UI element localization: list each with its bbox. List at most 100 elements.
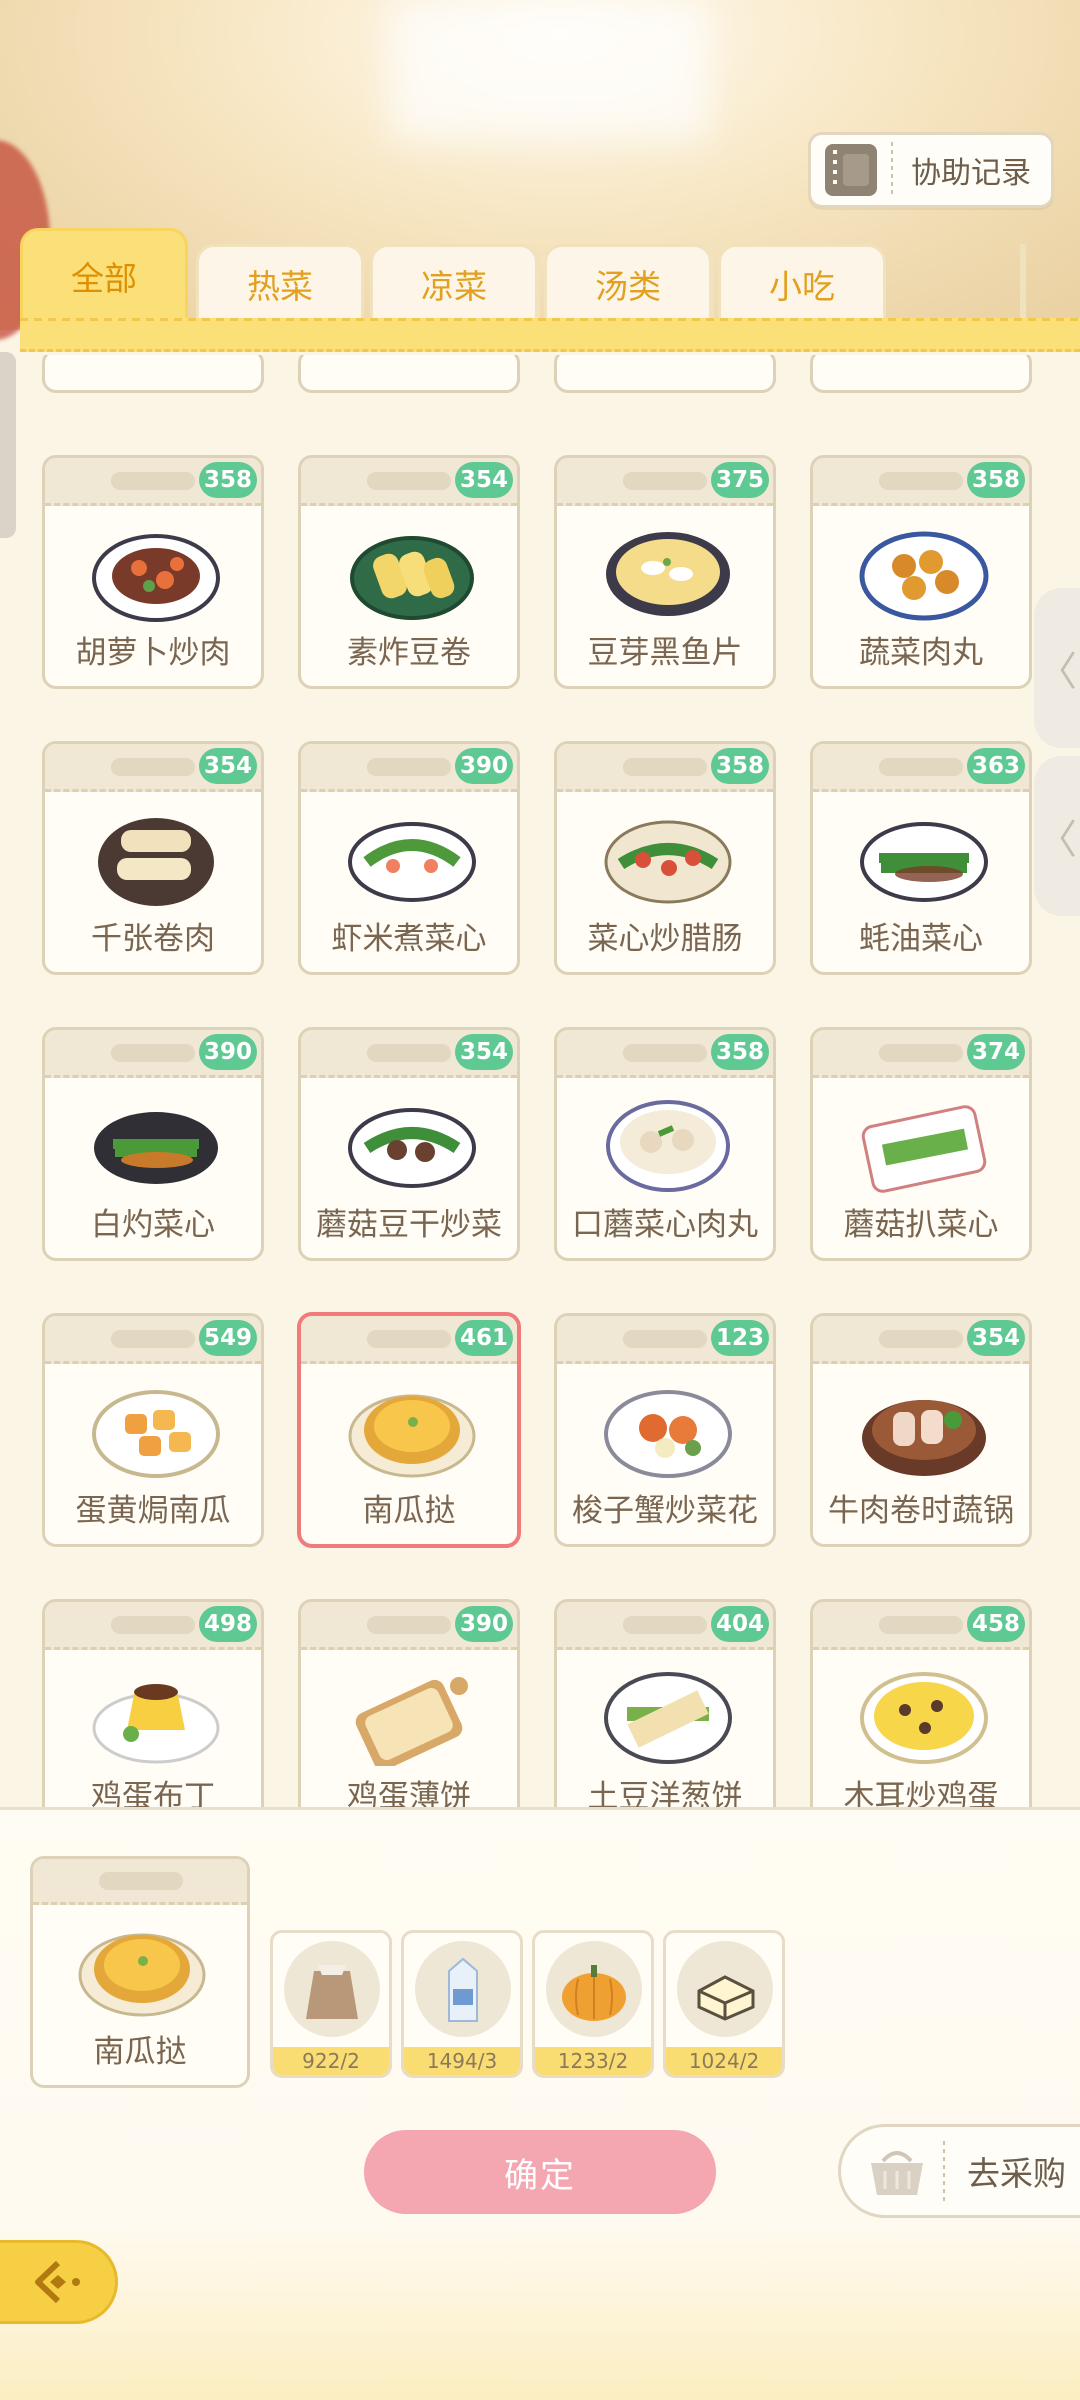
dish-card[interactable]: 354 千张卷肉 bbox=[42, 741, 264, 975]
back-button[interactable] bbox=[0, 2240, 118, 2324]
tab-snacks[interactable]: 小吃 bbox=[718, 244, 886, 320]
dish-name: 菜心炒腊肠 bbox=[587, 921, 743, 957]
count-badge: 354 bbox=[967, 1320, 1025, 1356]
milk-carton-icon bbox=[448, 1957, 478, 2022]
pumpkin-tart-dish-icon bbox=[348, 1394, 476, 1478]
egg-pudding-dish-icon bbox=[92, 1684, 220, 1764]
dish-card[interactable]: 390 鸡蛋薄饼 bbox=[298, 1599, 520, 1807]
count-badge: 390 bbox=[455, 1606, 513, 1642]
beef-roll-hotpot-dish-icon bbox=[862, 1400, 986, 1476]
ingredient-slot[interactable]: 1024/2 bbox=[663, 1930, 785, 2078]
dish-name: 千张卷肉 bbox=[91, 921, 215, 957]
side-expand-tab[interactable]: 〈 bbox=[1034, 756, 1080, 916]
egg-pancake-dish-icon bbox=[355, 1677, 468, 1766]
count-badge: 390 bbox=[199, 1034, 257, 1070]
blanched-greens-dish-icon bbox=[94, 1112, 218, 1184]
ingredient-count: 1494/3 bbox=[404, 2047, 520, 2075]
selected-dish-card: 南瓜挞 bbox=[30, 1856, 250, 2088]
dish-card[interactable]: 358 胡萝卜炒肉 bbox=[42, 455, 264, 689]
meatball-dish-icon bbox=[859, 531, 989, 621]
dish-card[interactable]: 374 蘑菇扒菜心 bbox=[810, 1027, 1032, 1261]
dish-name: 胡萝卜炒肉 bbox=[75, 635, 231, 671]
dish-card[interactable]: 358 口蘑菜心肉丸 bbox=[554, 1027, 776, 1261]
ingredient-count: 922/2 bbox=[273, 2047, 389, 2075]
tab-cold-dishes[interactable]: 凉菜 bbox=[370, 244, 538, 320]
count-badge: 461 bbox=[455, 1320, 513, 1356]
count-badge: 358 bbox=[711, 748, 769, 784]
count-badge: 354 bbox=[455, 462, 513, 498]
fungus-egg-dish-icon bbox=[860, 1672, 988, 1764]
assist-record-button[interactable]: 协助记录 bbox=[808, 132, 1054, 208]
count-badge: 358 bbox=[199, 462, 257, 498]
tab-all[interactable]: 全部 bbox=[20, 228, 188, 320]
shopping-basket-icon bbox=[871, 2151, 923, 2195]
dish-card[interactable]: 354 蘑菇豆干炒菜 bbox=[298, 1027, 520, 1261]
mushroom-braised-greens-dish-icon bbox=[861, 1105, 987, 1193]
go-purchase-button[interactable]: 去采购 bbox=[838, 2124, 1080, 2218]
dish-card[interactable]: 458 木耳炒鸡蛋 bbox=[810, 1599, 1032, 1807]
dish-card[interactable]: 363 蚝油菜心 bbox=[810, 741, 1032, 975]
count-badge: 390 bbox=[455, 748, 513, 784]
flour-sack-icon bbox=[306, 1965, 358, 2019]
dish-name: 南瓜挞 bbox=[362, 1493, 456, 1529]
pumpkin-tart-dish-icon bbox=[78, 1933, 206, 2017]
crab-cauliflower-dish-icon bbox=[604, 1390, 732, 1478]
dish-name: 蘑菇豆干炒菜 bbox=[316, 1207, 502, 1243]
tab-hot-dishes[interactable]: 热菜 bbox=[196, 244, 364, 320]
count-badge: 354 bbox=[199, 748, 257, 784]
dish-card[interactable]: 498 鸡蛋布丁 bbox=[42, 1599, 264, 1807]
dish-card[interactable]: 123 梭子蟹炒菜花 bbox=[554, 1313, 776, 1547]
count-badge: 123 bbox=[711, 1320, 769, 1356]
chevron-left-icon: 〈 bbox=[1037, 817, 1077, 863]
butter-icon bbox=[697, 1975, 755, 2021]
dish-card[interactable]: 354 素炸豆卷 bbox=[298, 455, 520, 689]
button-divider bbox=[943, 2141, 945, 2201]
tofu-skin-roll-dish-icon bbox=[98, 818, 214, 906]
dish-name: 牛肉卷时蔬锅 bbox=[828, 1493, 1014, 1529]
dish-name: 蔬菜肉丸 bbox=[859, 635, 983, 671]
count-badge: 358 bbox=[711, 1034, 769, 1070]
chevron-left-icon: 〈 bbox=[1037, 649, 1077, 695]
dish-card[interactable]: 358 菜心炒腊肠 bbox=[554, 741, 776, 975]
go-purchase-label: 去采购 bbox=[967, 2154, 1066, 2193]
dish-card-partial[interactable] bbox=[298, 355, 520, 393]
ingredient-slot[interactable]: 1494/3 bbox=[401, 1930, 523, 2078]
dish-card[interactable]: 358 蔬菜肉丸 bbox=[810, 455, 1032, 689]
ingredient-slot[interactable]: 922/2 bbox=[270, 1930, 392, 2078]
tab-underline-strip bbox=[20, 318, 1080, 352]
potato-onion-pancake-dish-icon bbox=[604, 1672, 732, 1764]
dish-card-partial[interactable] bbox=[810, 355, 1032, 393]
dish-card[interactable]: 390 白灼菜心 bbox=[42, 1027, 264, 1261]
tab-spacer bbox=[1020, 244, 1026, 320]
selected-dish-name: 南瓜挞 bbox=[93, 2034, 187, 2070]
dish-card[interactable]: 404 土豆洋葱饼 bbox=[554, 1599, 776, 1807]
card-header bbox=[33, 1859, 247, 1905]
dish-name: 梭子蟹炒菜花 bbox=[572, 1493, 758, 1529]
dish-card-partial[interactable] bbox=[554, 355, 776, 393]
meatball-soup-dish-icon bbox=[606, 1100, 730, 1192]
dish-grid: 358 胡萝卜炒肉 354 素炸豆卷 375 豆芽黑鱼片 358 蔬菜肉丸 35… bbox=[0, 355, 1080, 1807]
dish-name-partial bbox=[45, 355, 261, 374]
ingredient-slot[interactable]: 1233/2 bbox=[532, 1930, 654, 2078]
count-badge: 458 bbox=[967, 1606, 1025, 1642]
dish-card[interactable]: 549 蛋黄焗南瓜 bbox=[42, 1313, 264, 1547]
dish-card[interactable]: 390 虾米煮菜心 bbox=[298, 741, 520, 975]
shrimp-greens-dish-icon bbox=[348, 822, 476, 902]
dish-card[interactable]: 354 牛肉卷时蔬锅 bbox=[810, 1313, 1032, 1547]
carrot-pork-dish-icon bbox=[92, 534, 220, 622]
mushroom-tofu-dish-icon bbox=[348, 1108, 476, 1188]
tab-soups[interactable]: 汤类 bbox=[544, 244, 712, 320]
dish-name: 虾米煮菜心 bbox=[331, 921, 487, 957]
dish-name: 鸡蛋布丁 bbox=[91, 1779, 215, 1807]
dish-card-partial[interactable] bbox=[42, 355, 264, 393]
dish-card-selected[interactable]: 461 南瓜挞 bbox=[298, 1313, 520, 1547]
button-divider bbox=[891, 142, 893, 198]
side-expand-tab[interactable]: 〈 bbox=[1034, 588, 1080, 748]
confirm-button[interactable]: 确定 bbox=[364, 2130, 716, 2214]
count-badge: 498 bbox=[199, 1606, 257, 1642]
dish-name: 蛋黄焗南瓜 bbox=[75, 1493, 231, 1529]
count-badge: 354 bbox=[455, 1034, 513, 1070]
count-badge: 363 bbox=[967, 748, 1025, 784]
dish-name: 蚝油菜心 bbox=[859, 921, 983, 957]
dish-card[interactable]: 375 豆芽黑鱼片 bbox=[554, 455, 776, 689]
